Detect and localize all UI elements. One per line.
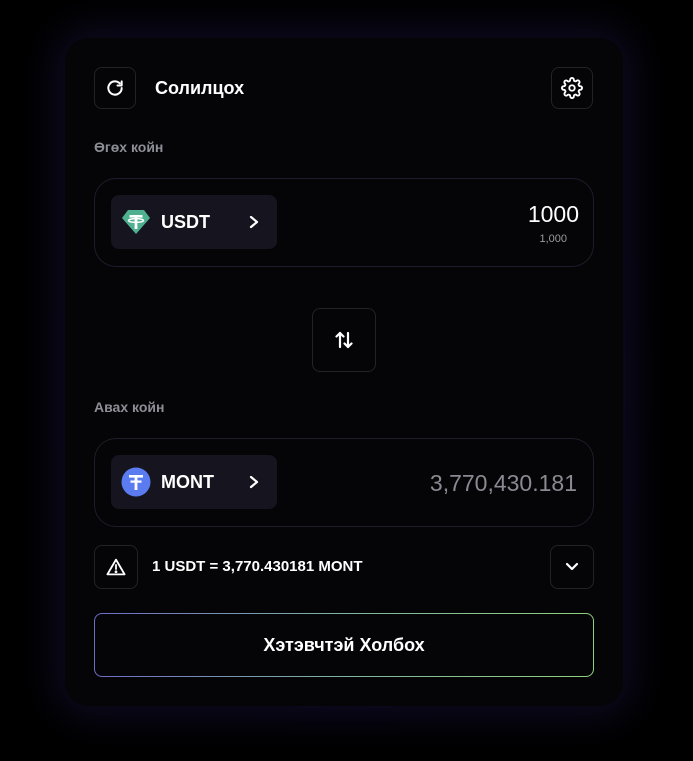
mont-icon [121,467,151,497]
warning-icon [106,558,126,576]
exchange-rate: 1 USDT = 3,770.430181 MONT [152,558,363,575]
rate-expand-button[interactable] [550,545,594,589]
give-amount-input[interactable] [379,201,579,228]
chevron-down-icon [565,562,579,572]
give-amount-formatted: 1,000 [539,233,567,245]
gear-icon [561,77,583,99]
chevron-right-icon [247,475,261,489]
chevron-right-icon [247,215,261,229]
refresh-button[interactable] [94,67,136,109]
swap-direction-button[interactable] [312,308,376,372]
refresh-icon [105,78,125,98]
receive-token-name: MONT [161,471,214,492]
connect-wallet-button[interactable]: Хэтэвчтэй Холбох [94,613,594,677]
rate-warning-button[interactable] [94,545,138,589]
give-token-select[interactable]: USDT [111,195,277,249]
swap-arrows-icon [335,330,353,350]
page-title: Солилцох [155,78,245,98]
receive-token-select[interactable]: MONT [111,455,277,509]
settings-button[interactable] [551,67,593,109]
receive-panel: MONT 3,770,430.181 [94,438,594,527]
tether-icon [121,207,151,237]
give-token-name: USDT [161,211,210,232]
give-coin-label: Өгөх койн [94,139,164,155]
receive-amount: 3,770,430.181 [429,470,577,496]
give-panel: USDT 1,000 [94,178,594,267]
receive-coin-label: Авах койн [94,399,165,415]
